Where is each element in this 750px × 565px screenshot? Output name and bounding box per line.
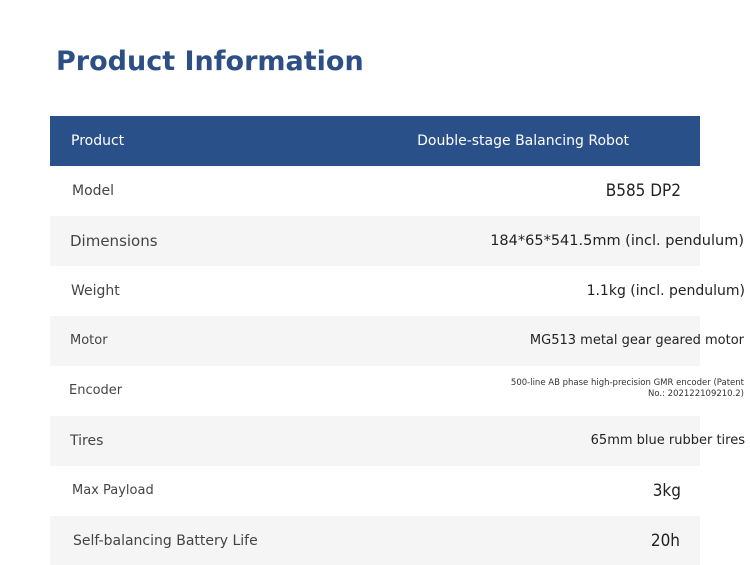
row-value: 20h (650, 531, 680, 551)
row-label: Model (72, 183, 115, 199)
row-value: B585 DP2 (605, 181, 681, 201)
table-row-weight: Weight 1.1kg (incl. pendulum) (50, 266, 745, 316)
header-value: Double-stage Balancing Robot (417, 133, 629, 149)
row-value: MG513 metal gear geared motor (529, 333, 744, 348)
row-label: Tires (70, 433, 104, 449)
row-label: Dimensions (70, 232, 158, 250)
spec-table: Product Double-stage Balancing Robot Mod… (50, 116, 750, 565)
row-label: Self-balancing Battery Life (73, 533, 258, 549)
table-row-model: Model B585 DP2 (50, 166, 700, 216)
row-label: Motor (70, 333, 108, 348)
table-row-max-payload: Max Payload 3kg (50, 466, 700, 516)
row-value: 500-line AB phase high-precision GMR enc… (510, 378, 744, 399)
table-row-encoder: Encoder 500-line AB phase high-precision… (50, 366, 744, 416)
row-value: 65mm blue rubber tires (590, 433, 745, 448)
table-row-tires: Tires 65mm blue rubber tires (50, 416, 745, 466)
table-row-dimensions: Dimensions 184*65*541.5mm (incl. pendulu… (50, 216, 744, 266)
product-info-page: Product Information Product Double-stage… (0, 0, 750, 565)
table-row-motor: Motor MG513 metal gear geared motor (50, 316, 744, 366)
header-label: Product (71, 133, 125, 149)
row-value: 184*65*541.5mm (incl. pendulum) (490, 233, 744, 249)
row-value: 3kg (652, 481, 681, 501)
table-header-row: Product Double-stage Balancing Robot (50, 116, 700, 166)
row-label: Weight (71, 283, 120, 299)
row-label: Encoder (69, 383, 123, 398)
table-row-battery-life: Self-balancing Battery Life 20h (50, 516, 700, 565)
page-title: Product Information (56, 46, 364, 77)
row-label: Max Payload (72, 483, 154, 498)
row-value: 1.1kg (incl. pendulum) (586, 283, 745, 299)
